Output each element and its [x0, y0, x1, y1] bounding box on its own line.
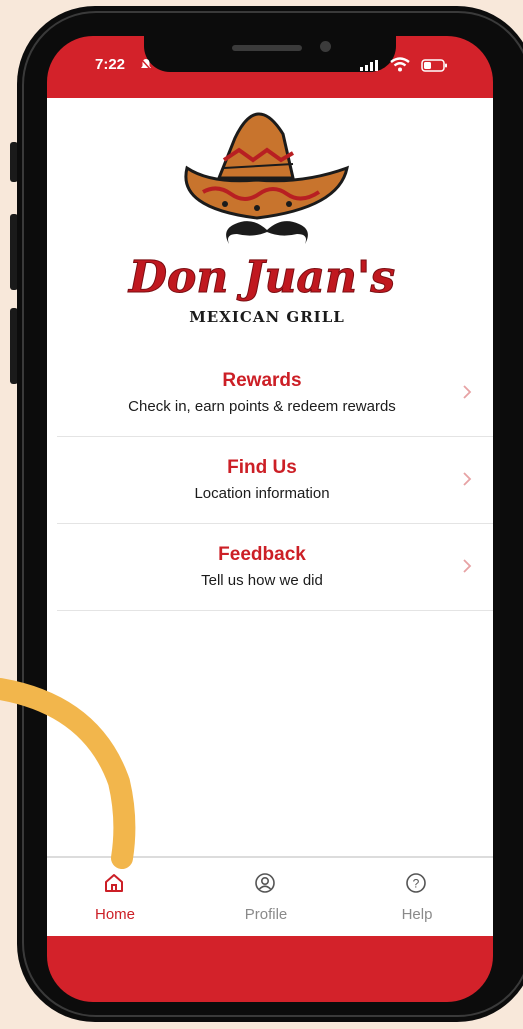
- home-content: Don Juan's MEXICAN GRILL Rewards Check i…: [47, 98, 493, 934]
- menu-item-subtitle: Location information: [194, 485, 330, 502]
- brand-name: Don Juan's: [127, 252, 395, 303]
- tab-home[interactable]: Home: [55, 858, 175, 936]
- menu-item-title: Feedback: [218, 544, 306, 565]
- phone-screen: 7:22 Don Juan's MEXICAN GRILL Rewards Ch…: [47, 36, 493, 1002]
- menu-item-subtitle: Check in, earn points & redeem rewards: [128, 398, 396, 415]
- menu-item-rewards[interactable]: Rewards Check in, earn points & redeem r…: [57, 350, 493, 437]
- bottom-tab-bar: Home Profile ? Help: [47, 856, 493, 936]
- menu-item-title: Find Us: [227, 457, 297, 478]
- svg-text:?: ?: [413, 877, 420, 891]
- bell-muted-icon: [140, 58, 152, 71]
- tab-label: Help: [401, 906, 433, 923]
- home-menu: Rewards Check in, earn points & redeem r…: [57, 350, 493, 611]
- signal-icon: [360, 60, 378, 71]
- speaker-grille: [232, 45, 302, 51]
- chevron-right-icon: [463, 472, 472, 486]
- front-camera: [320, 41, 331, 52]
- profile-icon: [255, 873, 275, 893]
- home-icon: [105, 874, 123, 892]
- tab-label: Profile: [244, 906, 288, 923]
- help-icon: ?: [406, 873, 426, 893]
- status-time: 7:22: [95, 56, 126, 73]
- brand-tagline: MEXICAN GRILL: [189, 308, 345, 326]
- menu-item-find-us[interactable]: Find Us Location information: [57, 437, 493, 524]
- tab-profile[interactable]: Profile: [206, 858, 326, 936]
- menu-item-feedback[interactable]: Feedback Tell us how we did: [57, 524, 493, 611]
- chevron-right-icon: [463, 559, 472, 573]
- tab-help[interactable]: ? Help: [357, 858, 477, 936]
- menu-item-subtitle: Tell us how we did: [201, 572, 323, 589]
- tab-label: Home: [94, 906, 135, 923]
- brand-logo: Don Juan's MEXICAN GRILL: [126, 112, 396, 326]
- menu-item-title: Rewards: [222, 370, 302, 391]
- wifi-icon: [390, 57, 410, 72]
- battery-icon: [421, 59, 447, 72]
- notch: [144, 36, 396, 72]
- chevron-right-icon: [463, 385, 472, 399]
